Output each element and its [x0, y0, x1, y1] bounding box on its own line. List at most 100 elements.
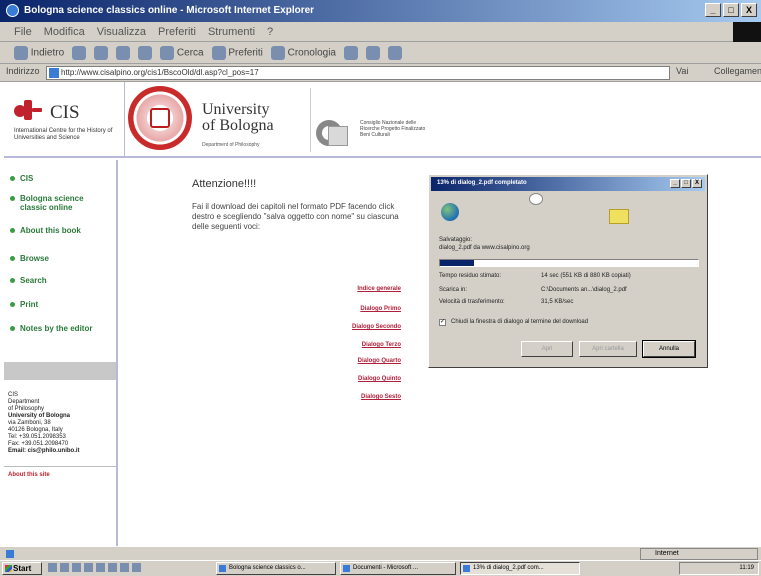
address-line: 40126 Bologna, Italy [8, 427, 63, 433]
sidebar-item-notes-by-the-editor[interactable]: Notes by the editor [10, 324, 100, 333]
quick-launch-icon[interactable] [108, 563, 117, 572]
dialog-minimize-button[interactable]: _ [670, 179, 680, 188]
quick-launch-icon[interactable] [48, 563, 57, 572]
cis-subtitle: International Centre for the History of … [14, 128, 113, 141]
favorites-icon [211, 46, 226, 60]
forward-button[interactable] [72, 46, 87, 63]
sidebar-item-print[interactable]: Print [10, 300, 100, 309]
forward-icon [72, 46, 87, 60]
university-name[interactable]: University of Bologna [202, 102, 274, 134]
mail-button[interactable] [344, 46, 358, 63]
open-folder-button[interactable]: Apri cartella [579, 341, 637, 357]
download-link-dialogo-quarto[interactable]: Dialogo Quarto [358, 358, 401, 364]
address-line: of Philosophy [8, 406, 45, 412]
department-name: Department of Philosophy [202, 142, 260, 148]
minimize-button[interactable]: _ [705, 3, 721, 17]
print-button[interactable] [366, 46, 380, 63]
quick-launch-icon[interactable] [120, 563, 129, 572]
download-link-index[interactable]: Indice generale [357, 286, 401, 292]
dialog-title-bar[interactable]: 13% di dialog_2.pdf completato _ □ X [431, 177, 705, 191]
download-link-dialogo-quinto[interactable]: Dialogo Quinto [358, 376, 401, 382]
download-to-value: C:\Documents an...\dialog_2.pdf [541, 287, 627, 293]
links-button[interactable]: Collegamenti [714, 66, 761, 76]
favorites-button[interactable]: Preferiti [211, 46, 263, 63]
menu-help[interactable]: ? [267, 26, 273, 41]
bullet-icon [10, 278, 15, 284]
download-dialog: 13% di dialog_2.pdf completato _ □ X Sal… [428, 174, 708, 368]
menu-tools[interactable]: Strumenti [208, 26, 255, 41]
sidebar-divider [4, 466, 116, 467]
refresh-button[interactable] [116, 46, 131, 63]
university-line-2: of Bologna [202, 117, 274, 134]
menu-bar: File Modifica Visualizza Preferiti Strum… [0, 22, 761, 42]
search-button[interactable]: Cerca [160, 46, 204, 63]
window-title-bar[interactable]: Bologna science classics online - Micros… [0, 0, 761, 22]
cnr-logo-icon[interactable] [316, 120, 352, 148]
sidebar-item-about-this-book[interactable]: About this book [10, 226, 100, 235]
history-icon [270, 46, 285, 60]
cis-mark-icon [14, 100, 42, 122]
sidebar-item-label: About this book [20, 226, 81, 235]
quick-launch-icon[interactable] [60, 563, 69, 572]
quick-launch-icon[interactable] [132, 563, 141, 572]
close-when-done-checkbox[interactable]: ✓ [439, 319, 446, 326]
back-button[interactable]: Indietro [14, 46, 64, 63]
dialog-close-button[interactable]: X [692, 179, 702, 188]
header-divider [124, 82, 125, 158]
start-button[interactable]: Start [2, 562, 42, 575]
menu-view[interactable]: Visualizza [97, 26, 146, 41]
mail-icon [344, 46, 358, 60]
quick-launch-icon[interactable] [84, 563, 93, 572]
address-line: Department [8, 399, 40, 405]
close-button[interactable]: X [741, 3, 757, 17]
sidebar-separator-band [4, 362, 116, 380]
bullet-icon [10, 302, 15, 308]
task-browser[interactable]: Bologna science classics o... [216, 562, 336, 575]
print-icon [366, 46, 380, 60]
download-link-dialogo-primo[interactable]: Dialogo Primo [360, 306, 401, 312]
task-label: Documenti - Microsoft ... [353, 565, 419, 571]
address-bar: Indirizzo http://www.cisalpino.org/cis1/… [0, 64, 761, 82]
sidebar-item-search[interactable]: Search [10, 276, 100, 285]
download-link-dialogo-terzo[interactable]: Dialogo Terzo [362, 342, 401, 348]
task-download[interactable]: 13% di dialog_2.pdf com... [460, 562, 580, 575]
transfer-rate-label: Velocità di trasferimento: [439, 299, 505, 305]
address-input[interactable]: http://www.cisalpino.org/cis1/BscoOld/dl… [46, 66, 670, 80]
history-button[interactable]: Cronologia [270, 46, 336, 63]
page-status-icon [6, 550, 14, 558]
window-title: Bologna science classics online - Micros… [24, 5, 315, 16]
download-link-dialogo-sesto[interactable]: Dialogo Sesto [361, 394, 401, 400]
download-link-dialogo-secondo[interactable]: Dialogo Secondo [352, 324, 401, 330]
sidebar-item-bologna-science-classic-online[interactable]: Bologna science classic online [10, 194, 100, 212]
email-link[interactable]: Email: cis@philo.unibo.it [8, 448, 116, 455]
bullet-icon [10, 176, 15, 182]
menu-edit[interactable]: Modifica [44, 26, 85, 41]
address-line: CIS [8, 392, 19, 398]
sidebar-item-browse[interactable]: Browse [10, 254, 100, 263]
dialog-maximize-button[interactable]: □ [681, 179, 691, 188]
sidebar-item-label: Bologna science classic online [20, 194, 84, 212]
quick-launch-icon[interactable] [96, 563, 105, 572]
folder-icon [609, 209, 629, 224]
menu-favorites[interactable]: Preferiti [158, 26, 196, 41]
quick-launch-icon[interactable] [72, 563, 81, 572]
seal-center [150, 108, 170, 128]
go-button[interactable]: Vai [676, 66, 688, 76]
sidebar-item-cis[interactable]: CIS [10, 174, 100, 183]
about-site-link[interactable]: About this site [8, 472, 50, 478]
clock[interactable]: 11:19 [739, 565, 754, 571]
cancel-button[interactable]: Annulla [642, 340, 696, 358]
security-zone: Internet [640, 548, 758, 560]
word-icon [343, 565, 350, 572]
task-documents[interactable]: Documenti - Microsoft ... [340, 562, 456, 575]
menu-file[interactable]: File [14, 26, 32, 41]
saving-label: Salvataggio: [439, 237, 473, 243]
search-label: Cerca [176, 47, 204, 59]
stop-button[interactable] [94, 46, 109, 63]
home-button[interactable] [138, 46, 153, 63]
edit-button[interactable] [388, 46, 402, 63]
cis-logo[interactable]: CIS International Centre for the History… [12, 94, 122, 152]
open-button[interactable]: Apri [521, 341, 573, 357]
maximize-button[interactable]: □ [723, 3, 739, 17]
edit-icon [388, 46, 402, 60]
